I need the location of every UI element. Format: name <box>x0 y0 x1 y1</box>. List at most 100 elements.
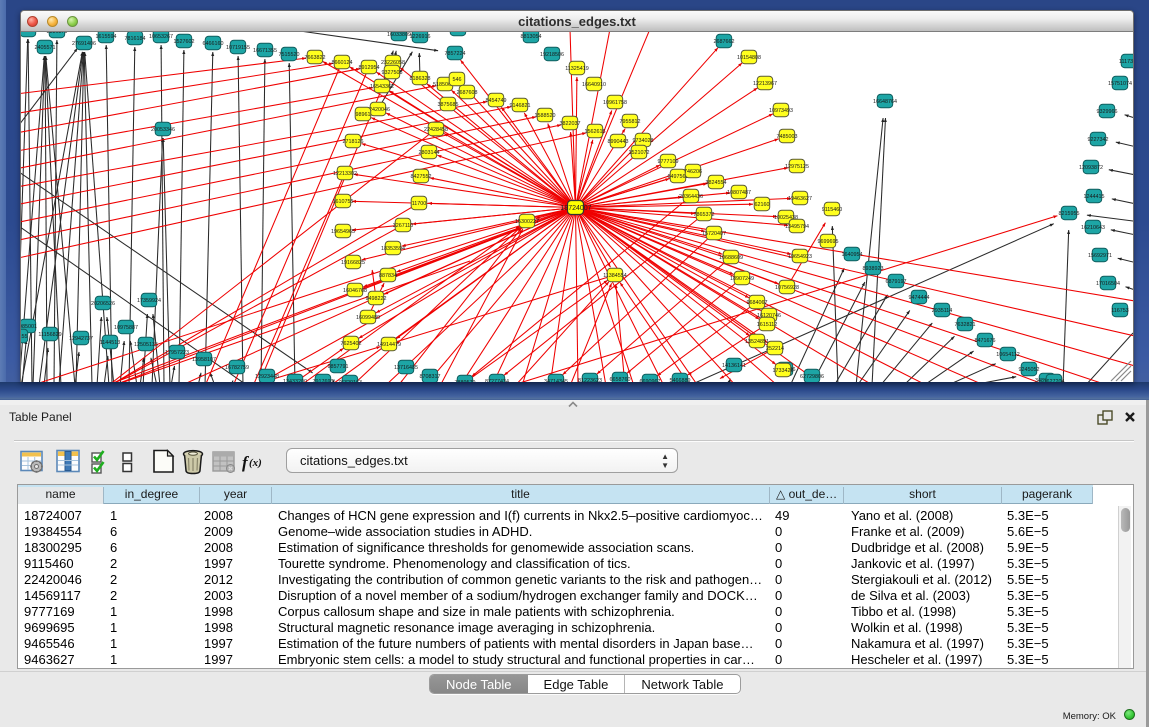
svg-text:7663822: 7663822 <box>305 55 326 61</box>
svg-text:19654965: 19654965 <box>331 229 355 235</box>
svg-text:9245052: 9245052 <box>1019 367 1040 373</box>
svg-text:1640954: 1640954 <box>842 252 863 258</box>
svg-text:(x): (x) <box>249 457 262 469</box>
svg-text:20053346: 20053346 <box>151 127 175 133</box>
svg-text:13433200: 13433200 <box>283 379 307 382</box>
svg-text:16640910: 16640910 <box>582 82 606 88</box>
svg-text:3822037: 3822037 <box>560 121 581 127</box>
svg-text:1615594: 1615594 <box>96 34 117 40</box>
svg-text:12093872: 12093872 <box>1079 165 1103 171</box>
svg-text:18724007: 18724007 <box>560 205 591 212</box>
svg-text:16543362: 16543362 <box>370 84 394 90</box>
svg-text:16046768: 16046768 <box>343 288 367 294</box>
svg-text:15720407: 15720407 <box>702 231 726 237</box>
svg-text:10961758: 10961758 <box>603 100 627 106</box>
svg-text:7917693: 7917693 <box>313 379 334 382</box>
svg-text:2687662: 2687662 <box>714 39 735 45</box>
svg-text:13716485: 13716485 <box>394 365 418 371</box>
svg-text:9777109: 9777109 <box>658 159 679 165</box>
svg-text:3824554: 3824554 <box>706 180 727 186</box>
svg-text:9329966: 9329966 <box>1097 109 1118 115</box>
svg-text:546: 546 <box>453 77 462 83</box>
svg-text:1588520: 1588520 <box>535 113 556 119</box>
svg-text:5466889: 5466889 <box>670 378 691 382</box>
svg-text:22428458: 22428458 <box>424 127 448 133</box>
svg-text:1615112: 1615112 <box>757 322 778 328</box>
svg-text:19166825: 19166825 <box>341 260 365 266</box>
svg-text:9146821: 9146821 <box>510 103 531 109</box>
svg-text:19654923: 19654923 <box>788 254 812 260</box>
svg-text:8454749: 8454749 <box>486 98 507 104</box>
svg-text:17359924: 17359924 <box>137 298 161 304</box>
svg-text:7632821: 7632821 <box>955 322 976 328</box>
svg-text:11325419: 11325419 <box>565 66 589 72</box>
svg-text:12213302: 12213302 <box>333 171 357 177</box>
svg-text:9699695: 9699695 <box>818 239 839 245</box>
svg-text:7955812: 7955812 <box>620 119 641 125</box>
svg-text:1562615: 1562615 <box>585 129 606 135</box>
svg-text:18907249: 18907249 <box>730 276 754 282</box>
svg-text:98961: 98961 <box>356 112 371 118</box>
svg-text:1144513: 1144513 <box>100 340 121 346</box>
svg-text:1226916: 1226916 <box>410 34 431 40</box>
svg-text:9474444: 9474444 <box>909 295 930 301</box>
svg-text:76320163: 76320163 <box>338 380 362 382</box>
svg-text:252214: 252214 <box>766 346 784 352</box>
svg-text:10654112: 10654112 <box>996 352 1020 358</box>
svg-text:8813054: 8813054 <box>521 34 542 40</box>
svg-text:9327508: 9327508 <box>382 70 403 76</box>
svg-text:116753: 116753 <box>1111 308 1129 314</box>
svg-text:6690967: 6690967 <box>640 379 661 382</box>
svg-text:16210643: 16210643 <box>1081 225 1105 231</box>
svg-text:6879197: 6879197 <box>886 279 907 285</box>
svg-text:19218506: 19218506 <box>540 52 564 58</box>
svg-text:14136141: 14136141 <box>722 363 746 369</box>
svg-text:16099489: 16099489 <box>356 315 380 321</box>
svg-text:746206: 746206 <box>684 169 702 175</box>
svg-text:10154808: 10154808 <box>737 55 761 61</box>
svg-text:62729806: 62729806 <box>800 374 824 380</box>
svg-text:8215955: 8215955 <box>1059 211 1080 217</box>
svg-text:9115460: 9115460 <box>822 207 843 213</box>
svg-text:15751074: 15751074 <box>1108 81 1132 87</box>
svg-text:2405571: 2405571 <box>35 45 56 51</box>
svg-text:17016504: 17016504 <box>1096 281 1120 287</box>
svg-text:7485003: 7485003 <box>777 134 798 140</box>
svg-text:7816184: 7816184 <box>125 36 146 42</box>
svg-text:1527602: 1527602 <box>174 39 195 45</box>
svg-text:34714345: 34714345 <box>544 379 568 382</box>
svg-text:7865372: 7865372 <box>694 212 715 218</box>
svg-text:9734028: 9734028 <box>633 138 654 144</box>
svg-text:2803144: 2803144 <box>419 150 440 156</box>
svg-text:1521072: 1521072 <box>629 150 650 156</box>
svg-text:18353594: 18353594 <box>381 246 405 252</box>
svg-text:887834: 887834 <box>379 273 397 279</box>
svg-text:7515520: 7515520 <box>279 52 300 58</box>
svg-text:12213967: 12213967 <box>753 81 777 87</box>
svg-text:10756928: 10756928 <box>775 285 799 291</box>
svg-text:3267110: 3267110 <box>393 223 414 229</box>
svg-text:6466160: 6466160 <box>203 41 224 47</box>
svg-text:15300227: 15300227 <box>515 219 539 225</box>
svg-text:27691406: 27691406 <box>72 41 96 47</box>
svg-text:10975887: 10975887 <box>114 325 138 331</box>
svg-text:20364436: 20364436 <box>679 194 703 200</box>
svg-text:1244415: 1244415 <box>1084 194 1105 200</box>
svg-text:2718126: 2718126 <box>343 139 364 145</box>
svg-text:16648764: 16648764 <box>873 99 897 105</box>
svg-text:2687608: 2687608 <box>457 90 478 96</box>
svg-text:17957223: 17957223 <box>165 350 189 356</box>
svg-text:8938923: 8938923 <box>863 266 884 272</box>
svg-text:8660124: 8660124 <box>332 60 353 66</box>
svg-text:3875685: 3875685 <box>438 102 459 108</box>
svg-text:16033809: 16033809 <box>387 32 411 38</box>
svg-text:10653267: 10653267 <box>149 34 173 40</box>
svg-text:81223623: 81223623 <box>578 378 602 382</box>
svg-text:7857224: 7857224 <box>445 51 466 57</box>
svg-text:13495794: 13495794 <box>785 224 809 230</box>
svg-text:39155: 39155 <box>21 334 28 340</box>
svg-text:1733426: 1733426 <box>773 368 794 374</box>
svg-text:9684067: 9684067 <box>747 300 768 306</box>
svg-text:8708317: 8708317 <box>420 374 441 380</box>
svg-text:2935114: 2935114 <box>932 308 953 314</box>
